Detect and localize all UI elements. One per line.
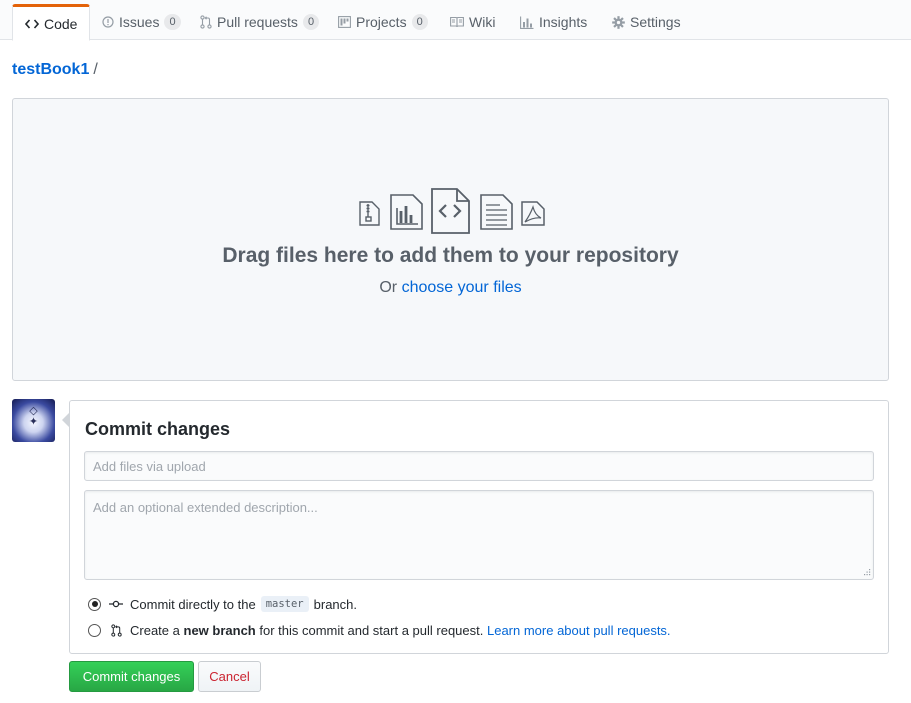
graph-file-icon (390, 194, 423, 230)
git-pull-request-icon (109, 624, 123, 638)
tab-label: Insights (539, 14, 588, 30)
avatar: ◇ ✦ (12, 399, 55, 442)
tab-label: Issues (119, 14, 160, 30)
commit-direct-radio[interactable] (88, 597, 101, 611)
file-pdf-icon (521, 201, 545, 226)
tab-wiki[interactable]: Wiki (438, 4, 507, 40)
tab-pull-requests[interactable]: Pull requests 0 (188, 4, 331, 40)
file-zip-icon (359, 201, 380, 226)
dropzone-subtitle: Or choose your files (13, 279, 888, 297)
issue-opened-icon (102, 16, 114, 28)
new-branch-prefix: Create a (130, 623, 180, 638)
tab-label: Pull requests (217, 14, 298, 30)
file-text-icon (480, 194, 513, 230)
tab-label: Projects (356, 14, 407, 30)
tab-issues[interactable]: Issues 0 (90, 4, 193, 40)
issues-counter: 0 (164, 14, 181, 30)
repo-nav: Code Issues 0 Pull requests 0 Projects 0… (0, 0, 911, 41)
git-pull-request-icon (200, 15, 212, 29)
tab-label: Wiki (469, 14, 496, 30)
code-icon (25, 18, 39, 30)
projects-counter: 0 (411, 14, 428, 30)
dropzone-title: Drag files here to add them to your repo… (222, 244, 679, 267)
tab-projects[interactable]: Projects 0 (326, 4, 440, 40)
avatar-artwork: ◇ ✦ (28, 404, 39, 428)
book-icon (450, 16, 464, 28)
commit-description-input[interactable] (84, 490, 874, 580)
file-code-icon (431, 188, 470, 234)
commit-summary-input[interactable] (84, 451, 874, 481)
commit-changes-button[interactable]: Commit changes (69, 661, 194, 692)
learn-more-pull-requests-link[interactable]: Learn more about pull requests. (487, 623, 671, 638)
tab-insights[interactable]: Insights (508, 4, 599, 40)
git-commit-icon (109, 597, 123, 611)
graph-icon (520, 16, 534, 29)
commit-direct-prefix: Commit directly to the (130, 596, 256, 612)
resize-grip-icon[interactable] (862, 568, 871, 577)
new-branch-option[interactable]: Create a new branch for this commit and … (88, 623, 671, 638)
tab-label: Code (44, 15, 78, 32)
tab-settings[interactable]: Settings (600, 4, 693, 40)
gear-icon (612, 15, 625, 29)
commit-form: Commit changes Commit directly to the ma… (62, 400, 889, 654)
new-branch-radio[interactable] (88, 624, 101, 637)
dropzone-or-text: Or (379, 279, 398, 296)
new-branch-bold: new branch (183, 623, 256, 638)
file-drop-zone[interactable]: Drag files here to add them to your repo… (12, 98, 889, 381)
new-branch-middle: for this commit and start a pull request… (259, 623, 484, 638)
commit-direct-option[interactable]: Commit directly to the master branch. (88, 596, 357, 612)
file-type-icons (359, 188, 545, 234)
tab-code[interactable]: Code (12, 4, 91, 41)
choose-files-link[interactable]: choose your files (402, 279, 522, 296)
breadcrumb: testBook1/ (12, 61, 98, 79)
branch-name: master (260, 596, 309, 612)
pull-requests-counter: 0 (302, 14, 320, 30)
project-icon (338, 16, 351, 28)
commit-title: Commit changes (85, 419, 231, 439)
commit-direct-suffix: branch. (313, 596, 358, 612)
cancel-button[interactable]: Cancel (198, 661, 261, 692)
tab-label: Settings (630, 14, 681, 30)
repo-root-link[interactable]: testBook1 (12, 61, 89, 78)
breadcrumb-separator: / (93, 61, 98, 78)
